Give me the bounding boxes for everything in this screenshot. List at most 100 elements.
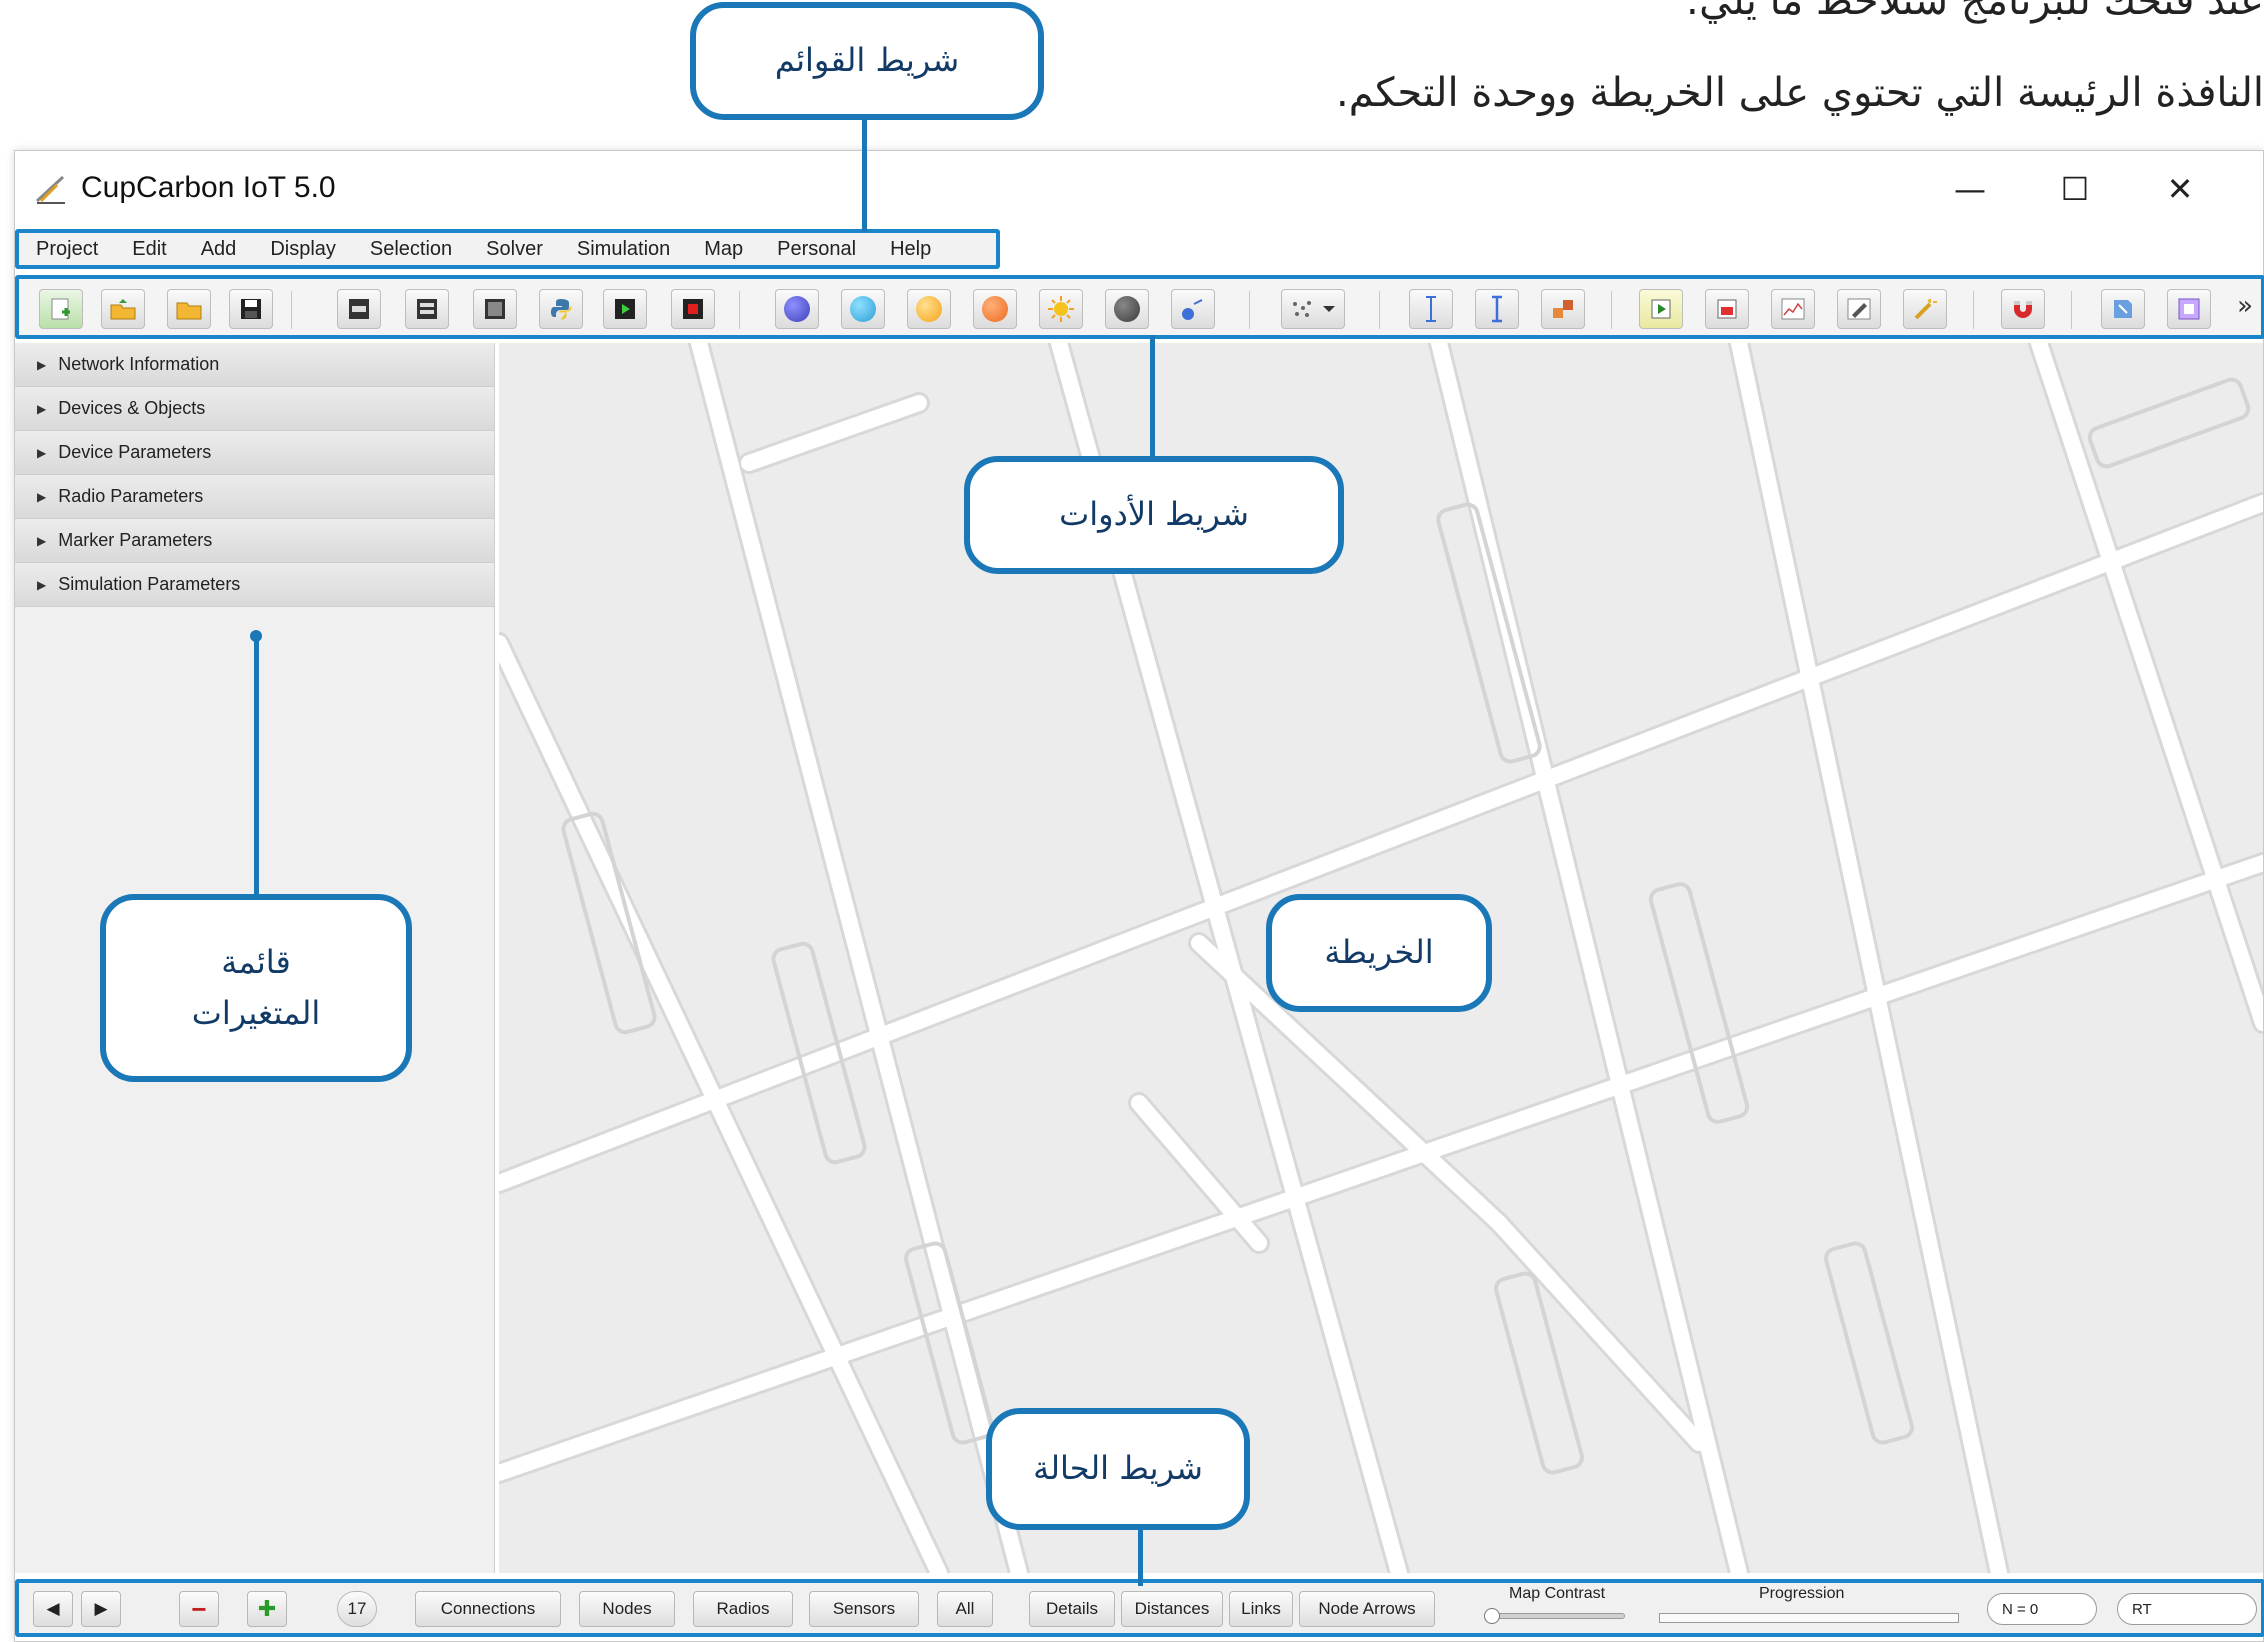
progression-label: Progression: [1759, 1585, 1845, 1602]
add-base-station-icon[interactable]: [841, 289, 885, 329]
connections-button[interactable]: Connections: [415, 1591, 561, 1627]
add-marker-icon[interactable]: [1105, 289, 1149, 329]
close-button[interactable]: ✕: [2145, 161, 2215, 217]
rt-field[interactable]: RT: [2117, 1593, 2257, 1625]
toolbar-callout: شريط الأدوات: [964, 456, 1344, 574]
magic-wand-icon[interactable]: [1903, 289, 1947, 329]
menu-add[interactable]: Add: [184, 238, 254, 261]
open-folder-icon[interactable]: [167, 289, 211, 329]
prev-arrow-icon[interactable]: ◀: [33, 1591, 73, 1627]
menu-project[interactable]: Project: [19, 238, 115, 261]
iot-script-icon[interactable]: [337, 289, 381, 329]
remove-icon[interactable]: −: [179, 1591, 219, 1627]
select-icon[interactable]: [2101, 289, 2145, 329]
section-label: Devices & Objects: [58, 398, 206, 418]
section-device-parameters[interactable]: ▶ Device Parameters: [15, 431, 494, 475]
maximize-button[interactable]: ☐: [2040, 161, 2110, 217]
radios-button[interactable]: Radios: [693, 1591, 793, 1627]
menubar-callout-line: [862, 112, 867, 232]
links-button[interactable]: Links: [1229, 1591, 1293, 1627]
add-mobile-icon[interactable]: [907, 289, 951, 329]
sensors-button[interactable]: Sensors: [809, 1591, 919, 1627]
section-label: Marker Parameters: [58, 530, 213, 550]
add-icon[interactable]: ✚: [247, 1591, 287, 1627]
edit-icon[interactable]: [1837, 289, 1881, 329]
distances-button[interactable]: Distances: [1121, 1591, 1223, 1627]
menu-bar: Project Edit Add Display Selection Solve…: [15, 229, 1000, 269]
stop-simulation-icon[interactable]: [1705, 289, 1749, 329]
toolbar-overflow-icon[interactable]: »: [2237, 291, 2253, 321]
new-project-icon[interactable]: [39, 289, 83, 329]
variables-callout-line: [254, 638, 259, 900]
expand-triangle-icon: ▶: [37, 401, 47, 416]
details-button[interactable]: Details: [1029, 1591, 1115, 1627]
menu-map[interactable]: Map: [687, 238, 760, 261]
menu-personal[interactable]: Personal: [760, 238, 873, 261]
text-cursor-icon[interactable]: [1475, 289, 1519, 329]
node-count-badge: 17: [337, 1591, 377, 1627]
section-label: Simulation Parameters: [58, 574, 241, 594]
toolbar-separator: [291, 291, 292, 329]
random-nodes-dropdown-icon[interactable]: [1281, 289, 1345, 329]
map-contrast-slider[interactable]: [1484, 1608, 1625, 1624]
expand-triangle-icon: ▶: [37, 533, 47, 548]
simulate-icon[interactable]: [1639, 289, 1683, 329]
variables-callout-line-1: قائمة: [221, 942, 291, 981]
python-icon[interactable]: [539, 289, 583, 329]
menu-help[interactable]: Help: [873, 238, 948, 261]
stop-icon[interactable]: [671, 289, 715, 329]
progression-bar: [1659, 1613, 1959, 1623]
add-gas-sensor-icon[interactable]: [973, 289, 1017, 329]
section-label: Network Information: [58, 354, 220, 374]
save-icon[interactable]: [229, 289, 273, 329]
chart-icon[interactable]: [1771, 289, 1815, 329]
toolbar-separator: [1249, 291, 1250, 329]
gps-script-icon[interactable]: [473, 289, 517, 329]
run-icon[interactable]: [603, 289, 647, 329]
all-button[interactable]: All: [937, 1591, 993, 1627]
section-simulation-parameters[interactable]: ▶ Simulation Parameters: [15, 563, 494, 607]
statusbar-callout-line: [1138, 1528, 1143, 1586]
magnet-icon[interactable]: [2001, 289, 2045, 329]
section-label: Device Parameters: [58, 442, 212, 462]
screenshot-icon[interactable]: [2167, 289, 2211, 329]
section-devices-objects[interactable]: ▶ Devices & Objects: [15, 387, 494, 431]
map-contrast-label: Map Contrast: [1509, 1585, 1606, 1602]
next-arrow-icon[interactable]: ▶: [81, 1591, 121, 1627]
nodes-button[interactable]: Nodes: [579, 1591, 675, 1627]
open-project-icon[interactable]: [101, 289, 145, 329]
status-bar: ◀ ▶ − ✚ 17 Connections Nodes Radios Sens…: [15, 1579, 2264, 1637]
menu-selection[interactable]: Selection: [353, 238, 469, 261]
add-event-icon[interactable]: [1039, 289, 1083, 329]
menu-edit[interactable]: Edit: [115, 238, 183, 261]
n-count-field[interactable]: N = 0: [1987, 1593, 2097, 1625]
toolbar-separator: [1611, 291, 1612, 329]
minimize-button[interactable]: —: [1935, 161, 2005, 217]
caption-line-1: عند فتحك للبرنامج ستلاحظ ما يلي:: [1685, 0, 2264, 24]
caption-line-2: النافذة الرئيسة التي تحتوي على الخريطة و…: [1335, 70, 2264, 116]
cupcarbon-logo-icon: [35, 175, 65, 204]
statusbar-callout: شريط الحالة: [986, 1408, 1250, 1530]
add-route-icon[interactable]: [1171, 289, 1215, 329]
variables-callout-line-2: المتغيرات: [191, 994, 321, 1032]
variables-callout: قائمة المتغيرات: [100, 894, 412, 1082]
menu-solver[interactable]: Solver: [469, 238, 560, 261]
add-sensor-node-icon[interactable]: [775, 289, 819, 329]
toolbar-separator: [739, 291, 740, 329]
title-bar: CupCarbon IoT 5.0 — ☐ ✕: [15, 151, 2263, 229]
section-network-information[interactable]: ▶ Network Information: [15, 343, 494, 387]
section-radio-parameters[interactable]: ▶ Radio Parameters: [15, 475, 494, 519]
window-title: CupCarbon IoT 5.0: [81, 171, 336, 204]
puzzle-icon[interactable]: [1541, 289, 1585, 329]
slider-thumb[interactable]: [1484, 1608, 1500, 1624]
senscript-icon[interactable]: [405, 289, 449, 329]
menu-display[interactable]: Display: [253, 238, 353, 261]
section-label: Radio Parameters: [58, 486, 204, 506]
vertical-measure-icon[interactable]: [1409, 289, 1453, 329]
section-marker-parameters[interactable]: ▶ Marker Parameters: [15, 519, 494, 563]
node-arrows-button[interactable]: Node Arrows: [1299, 1591, 1435, 1627]
menu-simulation[interactable]: Simulation: [560, 238, 687, 261]
toolbar-separator: [2071, 291, 2072, 329]
menubar-callout: شريط القوائم: [690, 2, 1044, 120]
expand-triangle-icon: ▶: [37, 357, 47, 372]
